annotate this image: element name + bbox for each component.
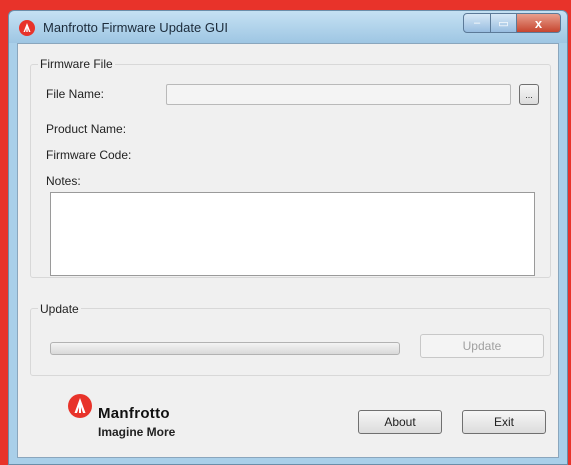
close-icon: x [534, 15, 543, 31]
maximize-button[interactable]: ▭ [491, 13, 517, 33]
notes-label: Notes: [46, 174, 81, 188]
window-title: Manfrotto Firmware Update GUI [43, 20, 228, 35]
minimize-button[interactable]: – [463, 13, 491, 33]
update-group-title: Update [38, 302, 81, 316]
browse-icon: ... [525, 89, 533, 100]
app-window: Manfrotto Firmware Update GUI – ▭ x Firm… [8, 10, 568, 465]
about-button-label: About [384, 415, 416, 429]
manfrotto-app-icon [19, 20, 35, 36]
file-name-label: File Name: [46, 87, 105, 101]
close-button[interactable]: x [517, 13, 561, 33]
manfrotto-logo-icon [68, 394, 92, 418]
browse-button[interactable]: ... [519, 84, 539, 105]
about-button[interactable]: About [358, 410, 442, 434]
title-bar[interactable]: Manfrotto Firmware Update GUI – ▭ x [9, 11, 567, 43]
window-controls: – ▭ x [463, 13, 561, 33]
product-name-label: Product Name: [46, 122, 127, 136]
exit-button-label: Exit [493, 415, 514, 429]
minimize-icon: – [473, 17, 481, 29]
firmware-code-label: Firmware Code: [46, 148, 132, 162]
exit-button[interactable]: Exit [462, 410, 546, 434]
notes-textarea[interactable] [50, 192, 535, 276]
brand-name: Manfrotto [98, 405, 170, 422]
update-button[interactable]: Update [420, 334, 544, 358]
firmware-file-group-title: Firmware File [38, 57, 115, 71]
update-button-label: Update [462, 339, 502, 353]
brand-tagline: Imagine More [98, 425, 176, 439]
file-name-field[interactable] [166, 84, 511, 105]
client-area: Firmware File File Name: ... Product Nam… [17, 43, 559, 458]
update-progress-bar [50, 342, 400, 355]
maximize-icon: ▭ [498, 17, 509, 30]
